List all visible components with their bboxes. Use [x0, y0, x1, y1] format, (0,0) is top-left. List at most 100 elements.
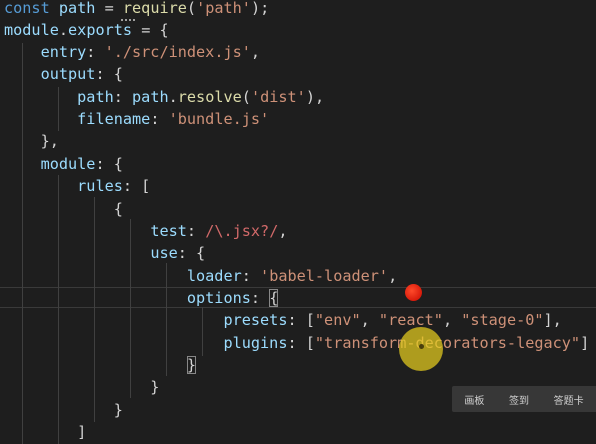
code-token: : { — [95, 65, 123, 83]
code-token: exports — [68, 21, 133, 39]
code-token: path — [58, 0, 96, 17]
code-token: 'path' — [196, 0, 251, 17]
code-token: : [ — [122, 177, 151, 195]
code-token: ( — [186, 0, 197, 17]
code-token: , — [442, 311, 462, 329]
code-token: ( — [241, 88, 251, 106]
code-token: , — [278, 222, 288, 240]
code-line: entry: './src/index.js', — [4, 41, 260, 63]
code-token: path — [132, 88, 169, 106]
code-line: module.exports = { — [4, 19, 169, 41]
code-token: , — [250, 43, 261, 61]
code-token: "react" — [378, 311, 443, 329]
code-token: = — [95, 0, 123, 17]
code-line: } — [4, 399, 123, 421]
code-line: path: path.resolve('dist'), — [4, 86, 324, 108]
pointer-dot — [405, 284, 422, 301]
code-token: 'bundle.js' — [168, 110, 270, 128]
matched-bracket: } — [186, 356, 197, 374]
code-token: ), — [305, 88, 325, 106]
code-token: filename — [77, 110, 151, 128]
code-token: require — [122, 0, 187, 17]
code-token: ], — [543, 311, 562, 329]
whiteboard-button[interactable]: 画板 — [464, 392, 484, 407]
code-token: }, — [4, 132, 59, 150]
code-token: : [ — [287, 311, 315, 329]
mouse-cursor — [419, 344, 424, 349]
code-token: : [ — [287, 334, 315, 352]
code-editor[interactable]: const path = require('path'); module.expo… — [0, 0, 596, 444]
suggestion-squiggle — [121, 16, 135, 21]
code-token: presets — [223, 311, 288, 329]
floating-toolbar: 画板 签到 答题卡 — [452, 386, 596, 412]
code-token: module — [4, 21, 59, 39]
checkin-button[interactable]: 签到 — [509, 392, 529, 407]
code-line: } — [4, 354, 197, 376]
code-token: resolve — [177, 88, 242, 106]
code-token: : — [241, 267, 261, 285]
code-line: output: { — [4, 63, 123, 85]
code-token: output — [40, 65, 96, 83]
code-token: options — [186, 289, 251, 307]
code-token: ] — [580, 334, 590, 352]
code-token: /\.jsx?/ — [205, 222, 279, 240]
code-token: : — [250, 289, 270, 307]
code-token: } — [4, 401, 123, 419]
code-token: : { — [95, 155, 123, 173]
code-token: test — [150, 222, 187, 240]
code-line: presets: ["env", "react", "stage-0"], — [4, 309, 562, 331]
code-token: . — [168, 88, 178, 106]
code-token: : — [186, 222, 206, 240]
code-token: : { — [177, 244, 206, 262]
matched-bracket: { — [269, 289, 279, 307]
code-line: filename: 'bundle.js' — [4, 108, 269, 130]
code-token: = { — [132, 21, 169, 39]
code-token: loader — [186, 267, 242, 285]
code-line: use: { — [4, 242, 205, 264]
code-line: test: /\.jsx?/, — [4, 220, 288, 242]
code-token: './src/index.js' — [104, 43, 251, 61]
answer-card-button[interactable]: 答题卡 — [554, 392, 584, 407]
code-token: path — [77, 88, 114, 106]
code-line: module: { — [4, 153, 123, 175]
code-token: use — [150, 244, 178, 262]
code-token: : — [150, 110, 169, 128]
code-token: : — [113, 88, 133, 106]
code-token: ] — [4, 423, 87, 441]
code-token: const — [4, 0, 50, 17]
code-token: , — [388, 267, 398, 285]
code-line: options: { — [4, 287, 279, 309]
code-line: loader: 'babel-loader', — [4, 265, 397, 287]
code-line: ] — [4, 421, 86, 443]
code-token: "transform-decorators-legacy" — [314, 334, 581, 352]
code-line: }, — [4, 130, 59, 152]
code-token: , — [360, 311, 379, 329]
code-token: 'babel-loader' — [260, 267, 389, 285]
code-line: plugins: ["transform-decorators-legacy"] — [4, 332, 589, 354]
code-line: const path = require('path'); — [4, 0, 269, 19]
code-token: 'dist' — [250, 88, 306, 106]
code-token: . — [58, 21, 69, 39]
code-line: { — [4, 198, 123, 220]
code-token: entry — [40, 43, 87, 61]
code-token: rules — [77, 177, 123, 195]
code-token: { — [4, 200, 123, 218]
code-token: module — [40, 155, 96, 173]
code-token: "env" — [314, 311, 361, 329]
code-line: rules: [ — [4, 175, 150, 197]
code-token: "stage-0" — [461, 311, 544, 329]
mouse-cursor-highlight — [399, 327, 443, 371]
